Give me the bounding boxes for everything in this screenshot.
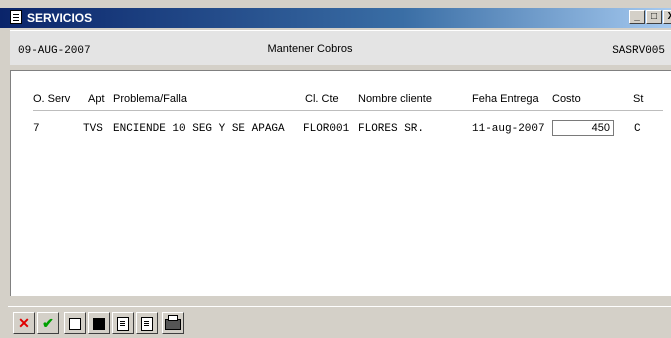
cobros-table: O. Serv Apt Problema/Falla Cl. Cte Nombr… <box>10 70 671 296</box>
toolbar: ✕ ✔ <box>8 306 671 338</box>
window-title: SERVICIOS <box>27 11 93 25</box>
page-prev-icon <box>117 317 129 332</box>
costo-input[interactable]: 450 <box>552 120 614 136</box>
col-header-cl-cte: Cl. Cte <box>305 93 339 105</box>
document-icon <box>10 10 22 24</box>
next-page-button[interactable] <box>136 312 158 334</box>
cancel-button[interactable]: ✕ <box>13 312 35 334</box>
cancel-icon: ✕ <box>18 315 30 331</box>
col-header-o-serv: O. Serv <box>33 93 71 105</box>
col-header-apt: Apt <box>88 93 105 105</box>
prev-page-button[interactable] <box>112 312 134 334</box>
form-header: 09-AUG-2007 Mantener Cobros SASRV005 <box>10 30 671 65</box>
form-title: Mantener Cobros <box>267 43 353 55</box>
restore-button[interactable] <box>64 312 86 334</box>
cell-apt: TVS <box>83 123 103 135</box>
print-icon <box>165 314 181 330</box>
header-divider <box>33 110 663 111</box>
accept-button[interactable]: ✔ <box>37 312 59 334</box>
col-header-costo: Costo <box>552 93 581 105</box>
cell-cl-cte: FLOR001 <box>303 123 350 135</box>
cell-o-serv: 7 <box>33 123 40 135</box>
col-header-nombre: Nombre cliente <box>358 93 432 105</box>
maximize-icon <box>93 318 105 331</box>
cell-st: C <box>634 123 641 135</box>
close-button[interactable]: X <box>663 10 671 24</box>
cell-problema: ENCIENDE 10 SEG Y SE APAGA <box>113 123 285 135</box>
cell-nombre: FLORES SR. <box>358 123 425 135</box>
col-header-problema: Problema/Falla <box>113 93 187 105</box>
form-code: SASRV005 <box>612 45 665 57</box>
page-next-icon <box>141 317 153 332</box>
col-header-entrega: Feha Entrega <box>472 93 539 105</box>
col-header-st: St <box>633 93 644 105</box>
maximize-button[interactable]: □ <box>646 10 662 24</box>
servicios-window: SERVICIOS _ □ X 09-AUG-2007 Mantener Cob… <box>0 0 671 338</box>
minimize-button[interactable]: _ <box>629 10 645 24</box>
print-button[interactable] <box>162 312 184 334</box>
cell-entrega: 11-aug-2007 <box>472 123 545 135</box>
check-icon: ✔ <box>42 315 54 331</box>
window-icon <box>69 318 81 331</box>
expand-button[interactable] <box>88 312 110 334</box>
title-bar[interactable]: SERVICIOS _ □ X <box>0 8 671 28</box>
